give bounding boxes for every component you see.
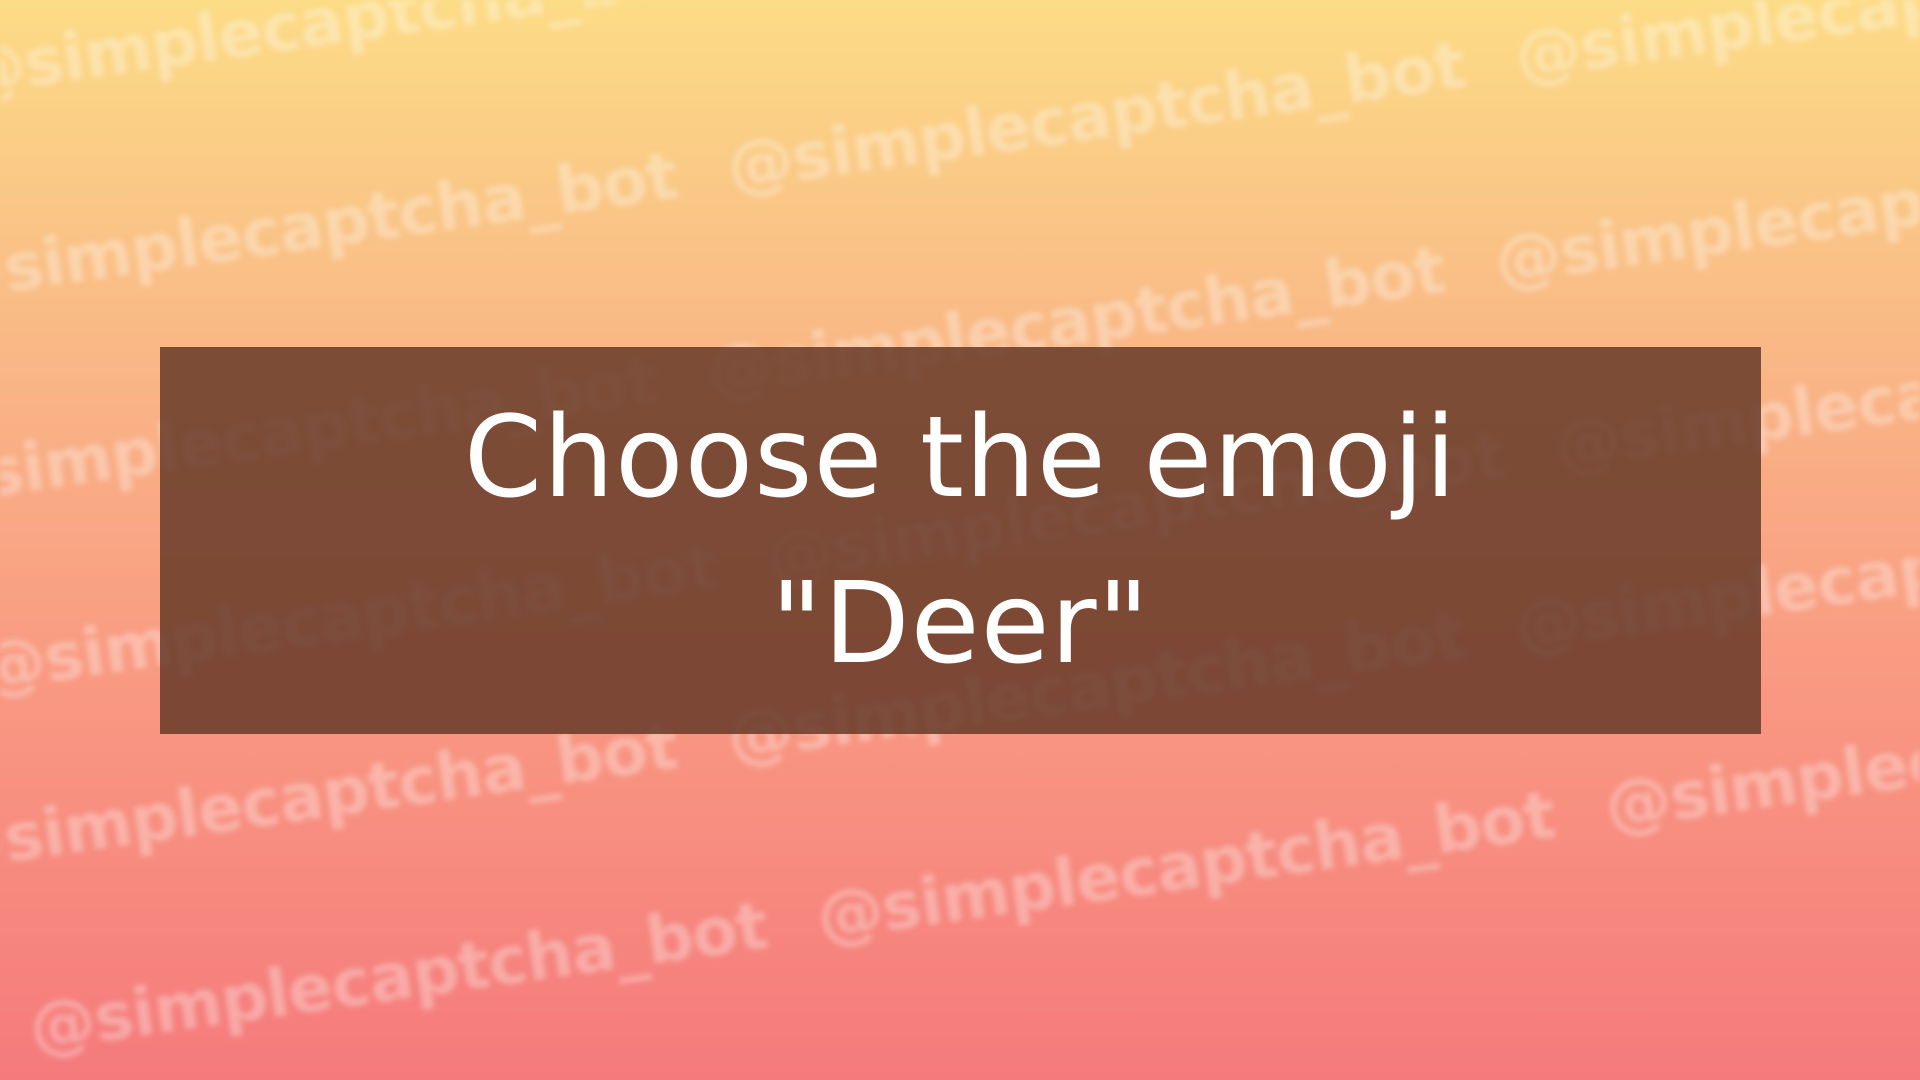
watermark-text: @simplecaptcha_bot xyxy=(24,886,772,1067)
watermark-text: @simplecaptcha_bot xyxy=(0,136,682,317)
captcha-target-label: "Deer" xyxy=(770,558,1151,689)
captcha-instruction: Choose the emoji xyxy=(463,392,1458,523)
watermark-text: @simplecaptcha_bot xyxy=(1510,0,1920,96)
watermark-text: @simplecaptcha_bot xyxy=(0,0,702,112)
watermark-text: @simplecaptcha_bot xyxy=(1490,120,1920,301)
captcha-prompt-box: Choose the emoji "Deer" xyxy=(160,347,1761,734)
watermark-row: @simplecaptcha_bot@simplecaptcha_bot@sim… xyxy=(0,0,1920,317)
watermark-text: @simplecaptcha_bot xyxy=(742,0,1489,1)
watermark-text: @simplecaptcha_bot xyxy=(722,26,1470,206)
watermark-text: @simplecaptcha_bot xyxy=(812,776,1560,956)
watermark-row: @simplecaptcha_bot @simplecaptcha_bot @sim… xyxy=(0,0,1920,112)
